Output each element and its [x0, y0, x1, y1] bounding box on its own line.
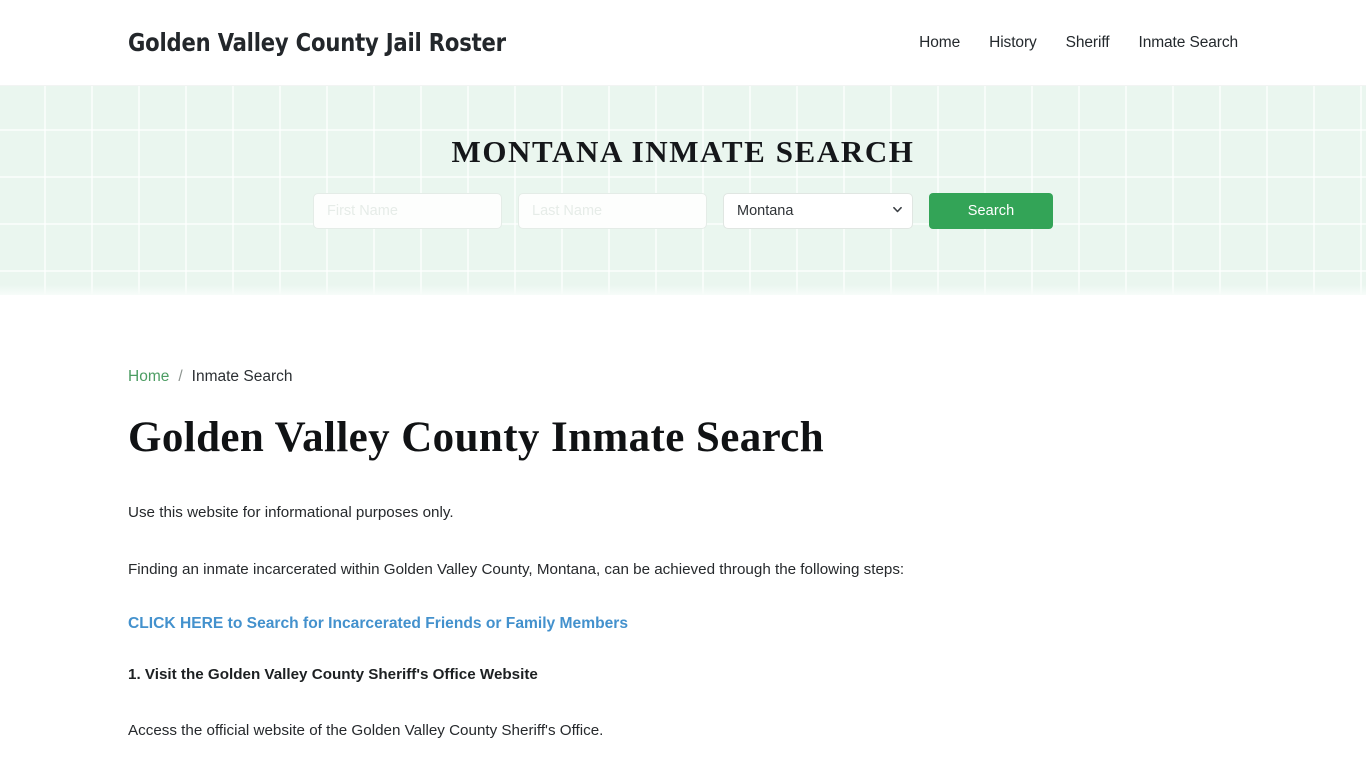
- first-name-input[interactable]: [313, 193, 502, 229]
- hero-title: MONTANA INMATE SEARCH: [451, 134, 915, 169]
- nav-item-sheriff[interactable]: Sheriff: [1066, 34, 1110, 52]
- nav-item-inmate-search[interactable]: Inmate Search: [1138, 34, 1238, 52]
- search-button[interactable]: Search: [929, 193, 1053, 229]
- state-select[interactable]: Montana: [723, 193, 913, 229]
- intro-paragraph-2: Finding an inmate incarcerated within Go…: [128, 560, 905, 578]
- main-content: Home / Inmate Search Golden Valley Count…: [0, 295, 1366, 768]
- page-title: Golden Valley County Inmate Search: [128, 414, 825, 461]
- hero-search-section: MONTANA INMATE SEARCH Montana Search: [0, 86, 1366, 295]
- breadcrumb-home-link[interactable]: Home: [128, 368, 169, 386]
- brand-title[interactable]: Golden Valley County Jail Roster: [128, 28, 506, 57]
- site-header: Golden Valley County Jail Roster Home Hi…: [0, 0, 1366, 86]
- step-2-heading: 2. Navigate to the "Jail" Section: [128, 742, 1238, 768]
- breadcrumb: Home / Inmate Search: [128, 295, 1238, 386]
- main-navigation: Home History Sheriff Inmate Search: [919, 34, 1238, 52]
- nav-item-history[interactable]: History: [989, 34, 1037, 52]
- last-name-input[interactable]: [518, 193, 707, 229]
- breadcrumb-current: Inmate Search: [191, 368, 293, 385]
- intro-paragraph-1: Use this website for informational purpo…: [128, 504, 454, 522]
- breadcrumb-separator: /: [178, 368, 183, 385]
- state-select-wrapper: Montana: [723, 193, 913, 229]
- search-cta-link[interactable]: CLICK HERE to Search for Incarcerated Fr…: [128, 582, 628, 635]
- step-1-heading: 1. Visit the Golden Valley County Sherif…: [128, 665, 538, 683]
- step-1-text: Access the official website of the Golde…: [128, 721, 604, 739]
- inmate-search-form: Montana Search: [313, 193, 1053, 229]
- nav-item-home[interactable]: Home: [919, 34, 960, 52]
